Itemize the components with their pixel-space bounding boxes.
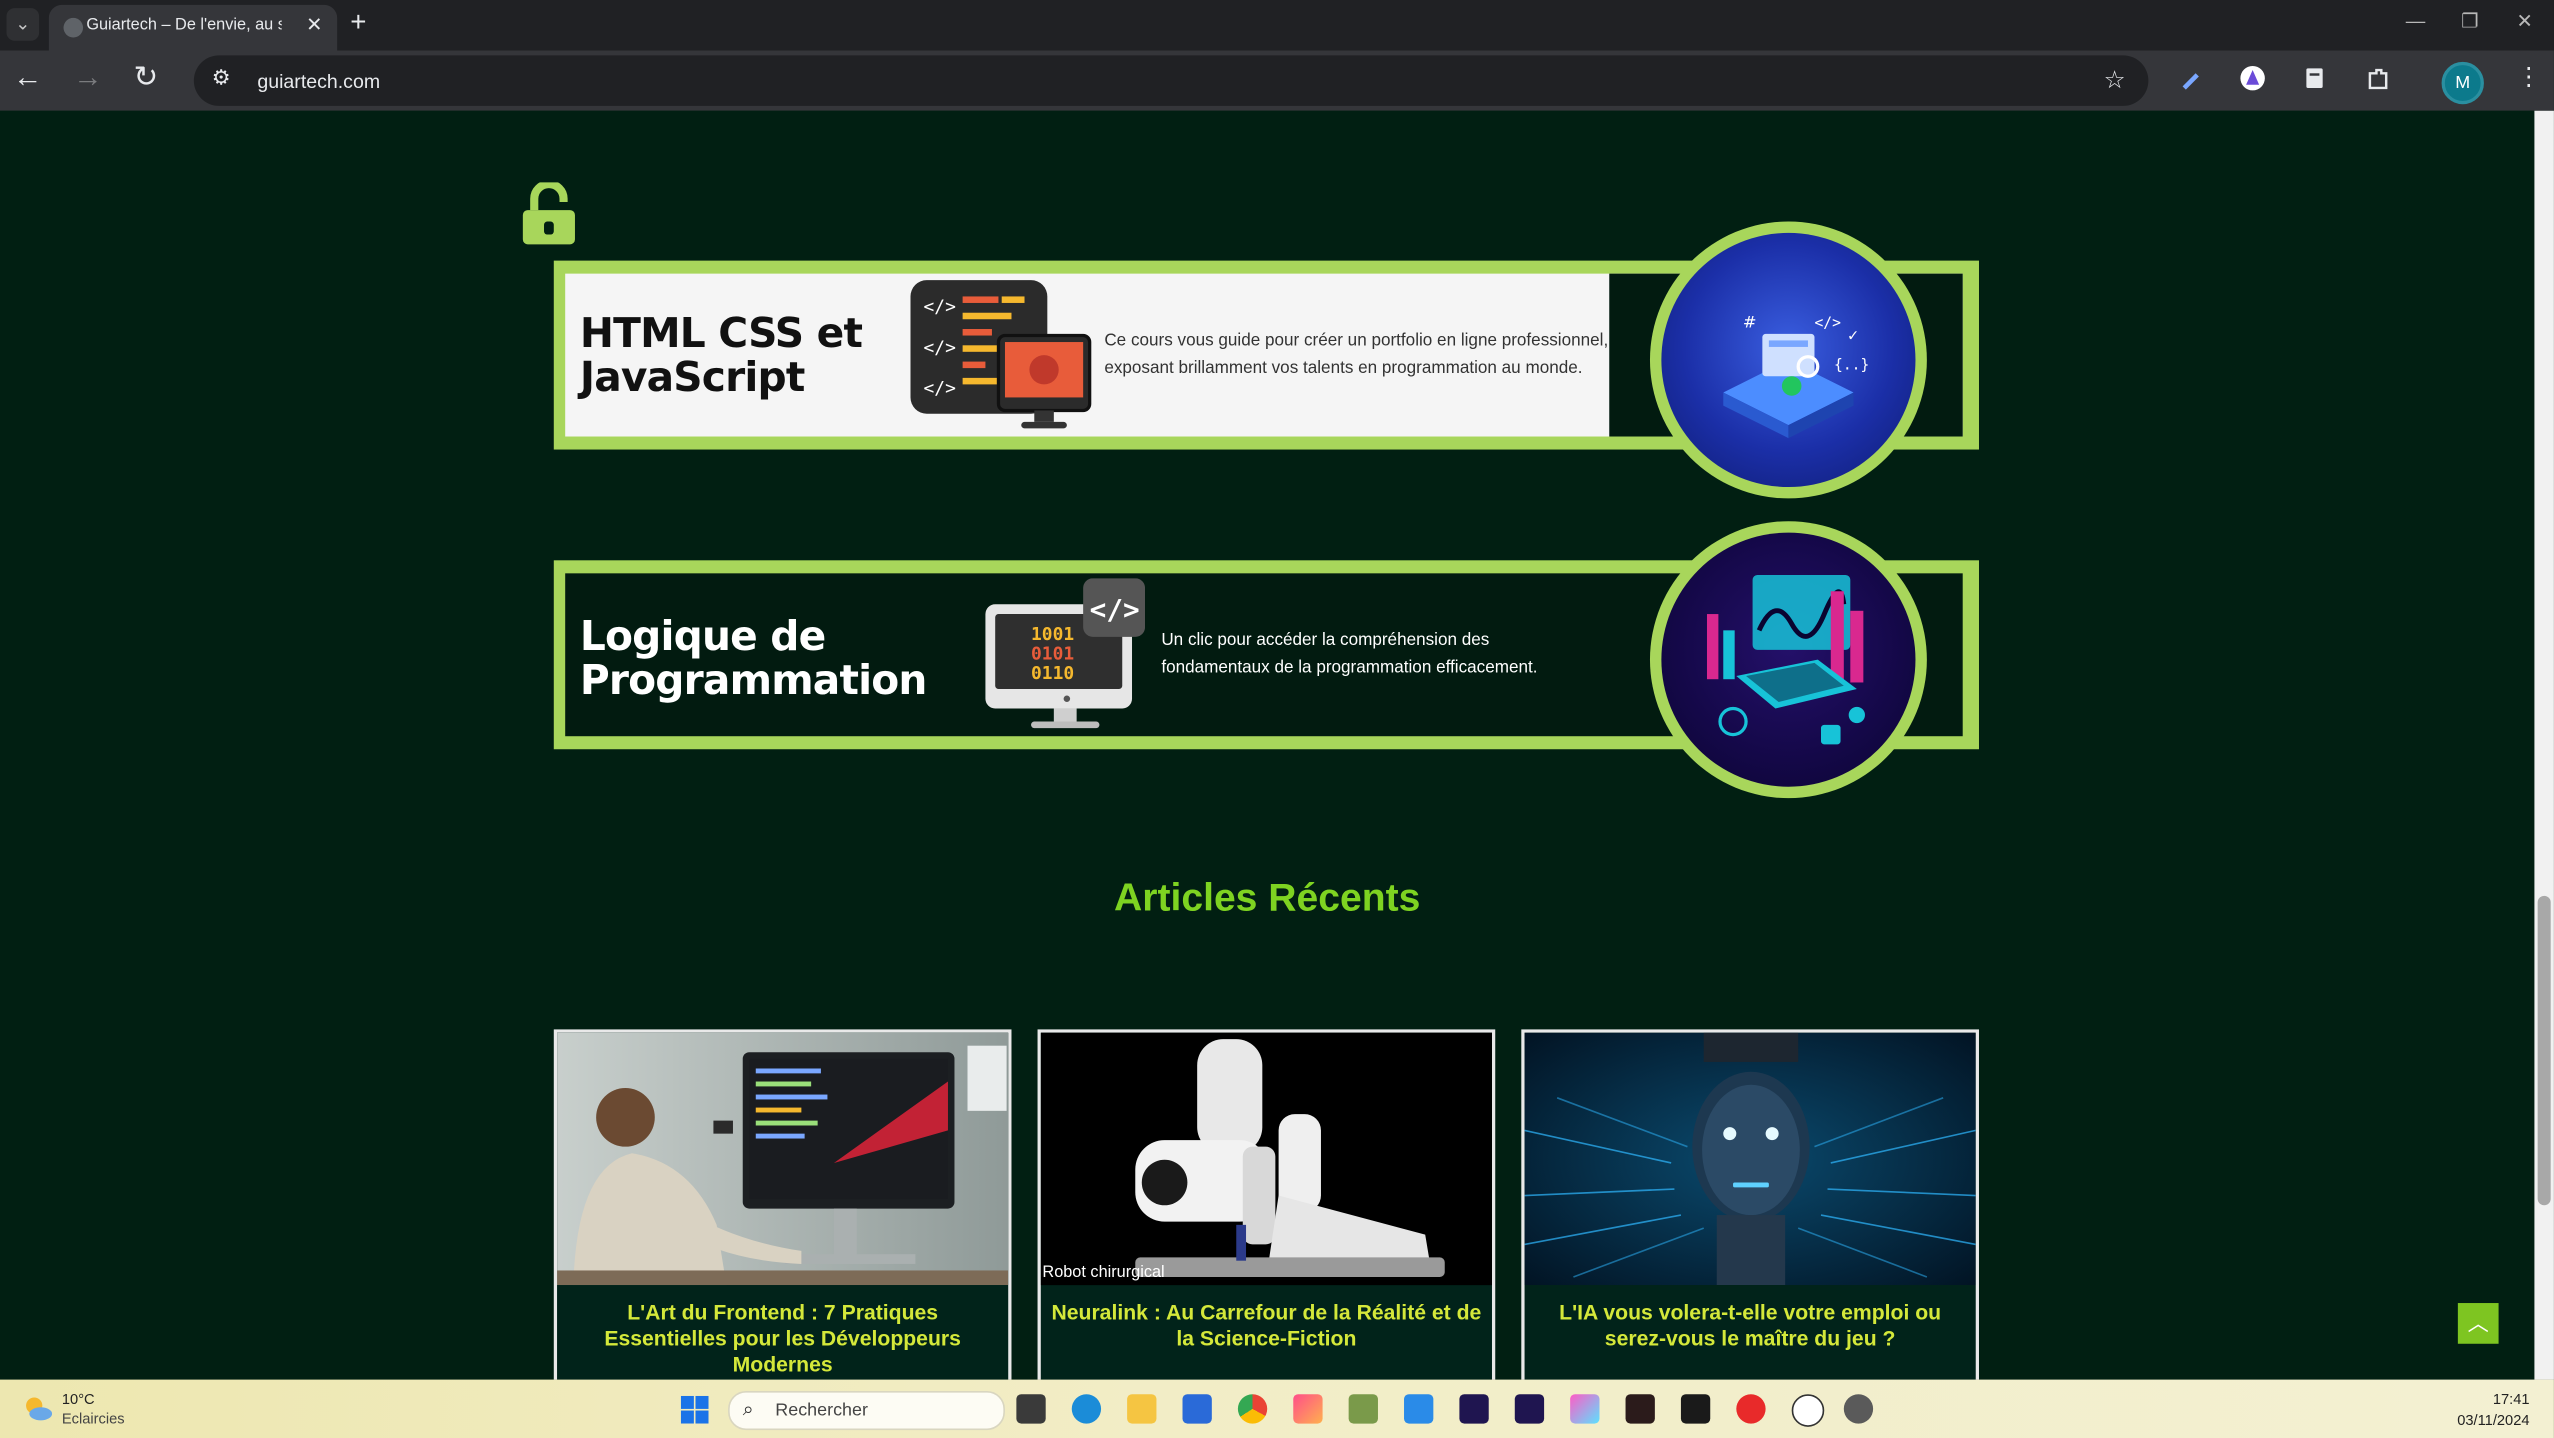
premiere-icon[interactable] xyxy=(1459,1394,1489,1424)
taskbar-search[interactable]: ⌕ Rechercher xyxy=(728,1390,1005,1431)
snipping-tool-icon[interactable] xyxy=(1348,1394,1378,1424)
svg-text:#: # xyxy=(1743,312,1757,331)
tab-favicon-icon xyxy=(63,17,84,38)
scrollbar-thumb[interactable] xyxy=(2537,895,2551,1206)
banner-illustration-circle: # </> {..} ✓ xyxy=(1649,221,1927,499)
svg-text:</>: </> xyxy=(1090,593,1140,626)
weather-condition[interactable]: Eclaircies xyxy=(62,1411,125,1427)
lock-open-icon xyxy=(522,182,575,245)
svg-text:{..}: {..} xyxy=(1834,357,1869,374)
banner-title: HTML CSS et JavaScript xyxy=(579,309,863,401)
vscode-icon[interactable] xyxy=(1404,1394,1434,1424)
svg-text:0110: 0110 xyxy=(1031,663,1074,684)
article-card[interactable]: Robot chirurgical Neuralink : Au Carrefo… xyxy=(1037,1029,1496,1380)
search-icon: ⌕ xyxy=(742,1397,754,1421)
frontend-developer-image xyxy=(557,1032,1009,1286)
extension-avatar-icon[interactable] xyxy=(2240,65,2266,91)
creative-cloud-icon[interactable] xyxy=(1293,1394,1323,1424)
clock[interactable]: 17:41 03/11/2024 xyxy=(2457,1389,2529,1431)
task-view-icon[interactable] xyxy=(1016,1394,1046,1424)
restore-icon[interactable]: ❐ xyxy=(2461,10,2479,33)
surgical-robot-image xyxy=(1040,1032,1492,1286)
banner-description: Un clic pour accéder la compréhension de… xyxy=(1161,630,1538,678)
svg-text:1001: 1001 xyxy=(1031,624,1074,645)
chatgpt-icon[interactable] xyxy=(1791,1394,1825,1427)
article-title[interactable]: L'Art du Frontend : 7 Pratiques Essentie… xyxy=(564,1300,1002,1378)
weather-temperature[interactable]: 10°C xyxy=(62,1391,95,1407)
store-icon[interactable] xyxy=(1182,1394,1212,1424)
svg-text:</>: </> xyxy=(924,297,957,318)
app-icon[interactable] xyxy=(1570,1394,1600,1424)
browser-toolbar: ← → ↻ ⚙ guiartech.com ☆ M ⋮ xyxy=(0,50,2554,111)
tab-search-icon[interactable]: ⌄ xyxy=(6,8,40,41)
browser-menu-icon[interactable]: ⋮ xyxy=(2516,62,2540,92)
svg-text:</>: </> xyxy=(924,337,957,358)
minimize-icon[interactable]: — xyxy=(2406,10,2426,33)
article-title[interactable]: L'IA vous volera-t-elle votre emploi ou … xyxy=(1531,1300,1969,1352)
back-icon[interactable]: ← xyxy=(13,60,42,94)
course-banner-logique-programmation[interactable]: Logique de Programmation 1001 0101 0110 … xyxy=(553,521,1979,799)
banner-illustration-circle xyxy=(1649,521,1927,799)
article-image[interactable]: Robot chirurgical xyxy=(1040,1032,1492,1286)
browser-tab[interactable]: Guiartech – De l'envie, au sa ✕ xyxy=(48,4,338,51)
url-text[interactable]: guiartech.com xyxy=(257,70,380,93)
windows-icon[interactable] xyxy=(680,1395,709,1424)
chrome-icon[interactable] xyxy=(1237,1394,1268,1424)
article-title[interactable]: Neuralink : Au Carrefour de la Réalité e… xyxy=(1047,1300,1485,1352)
extensions-icon[interactable] xyxy=(2365,65,2391,91)
youtube-icon[interactable] xyxy=(1736,1394,1766,1424)
article-card[interactable]: L'IA vous volera-t-elle votre emploi ou … xyxy=(1521,1029,1979,1380)
banner-title: Logique de Programmation xyxy=(579,612,928,704)
address-bar[interactable]: ⚙ guiartech.com ☆ xyxy=(193,55,2149,106)
edge-icon[interactable] xyxy=(1071,1394,1102,1424)
forward-icon[interactable]: → xyxy=(73,60,102,94)
back-to-top-icon[interactable]: ︿ xyxy=(2457,1303,2499,1344)
page-content: HTML CSS et JavaScript </> </> </> Ce co… xyxy=(0,110,2535,1380)
after-effects-icon[interactable] xyxy=(1514,1394,1545,1424)
binary-monitor-icon: 1001 0101 0110 </> xyxy=(985,578,1146,729)
windows-taskbar: 10°C Eclaircies ⌕ Rechercher 17:41 03/11… xyxy=(0,1379,2554,1438)
close-window-icon[interactable]: ✕ xyxy=(2516,10,2532,33)
pen-extension-icon[interactable] xyxy=(2178,65,2204,91)
course-banner-html-css-js[interactable]: HTML CSS et JavaScript </> </> </> Ce co… xyxy=(553,221,1979,499)
section-title: Articles Récents xyxy=(1114,876,1421,921)
svg-text:</>: </> xyxy=(924,378,957,399)
weather-icon[interactable] xyxy=(23,1394,53,1423)
capcut-icon[interactable] xyxy=(1680,1394,1711,1424)
tab-close-icon[interactable]: ✕ xyxy=(306,13,322,36)
site-info-icon[interactable]: ⚙ xyxy=(212,65,231,91)
search-placeholder: Rechercher xyxy=(775,1400,868,1421)
svg-text:0101: 0101 xyxy=(1031,644,1074,665)
svg-text:✓: ✓ xyxy=(1847,327,1859,344)
new-tab-icon[interactable]: + xyxy=(350,7,366,40)
svg-text:</>: </> xyxy=(1814,314,1841,331)
figma-icon[interactable] xyxy=(1625,1394,1655,1424)
star-icon[interactable]: ☆ xyxy=(2104,65,2126,95)
web-dev-illustration: # </> {..} ✓ xyxy=(1723,312,1869,439)
code-monitor-icon: </> </> </> xyxy=(910,280,1092,429)
banner-description: Ce cours vous guide pour créer un portfo… xyxy=(1104,330,1609,378)
settings-icon[interactable] xyxy=(1843,1394,1874,1424)
data-dashboard-illustration xyxy=(1706,574,1865,745)
profile-avatar[interactable]: M xyxy=(2441,61,2484,105)
ai-robot-image xyxy=(1524,1032,1976,1286)
reload-icon[interactable]: ↻ xyxy=(134,60,159,94)
article-image[interactable] xyxy=(1524,1032,1976,1286)
article-card[interactable]: L'Art du Frontend : 7 Pratiques Essentie… xyxy=(553,1029,1012,1380)
image-caption: Robot chirurgical xyxy=(1042,1263,1165,1282)
browser-tab-bar: ⌄ Guiartech – De l'envie, au sa ✕ + — ❐ … xyxy=(0,0,2554,51)
page-scrollbar[interactable] xyxy=(2534,110,2554,1380)
tab-title: Guiartech – De l'envie, au sa xyxy=(86,16,282,35)
reading-list-icon[interactable] xyxy=(2301,65,2327,91)
article-image[interactable] xyxy=(557,1032,1009,1286)
file-explorer-icon[interactable] xyxy=(1127,1394,1157,1424)
